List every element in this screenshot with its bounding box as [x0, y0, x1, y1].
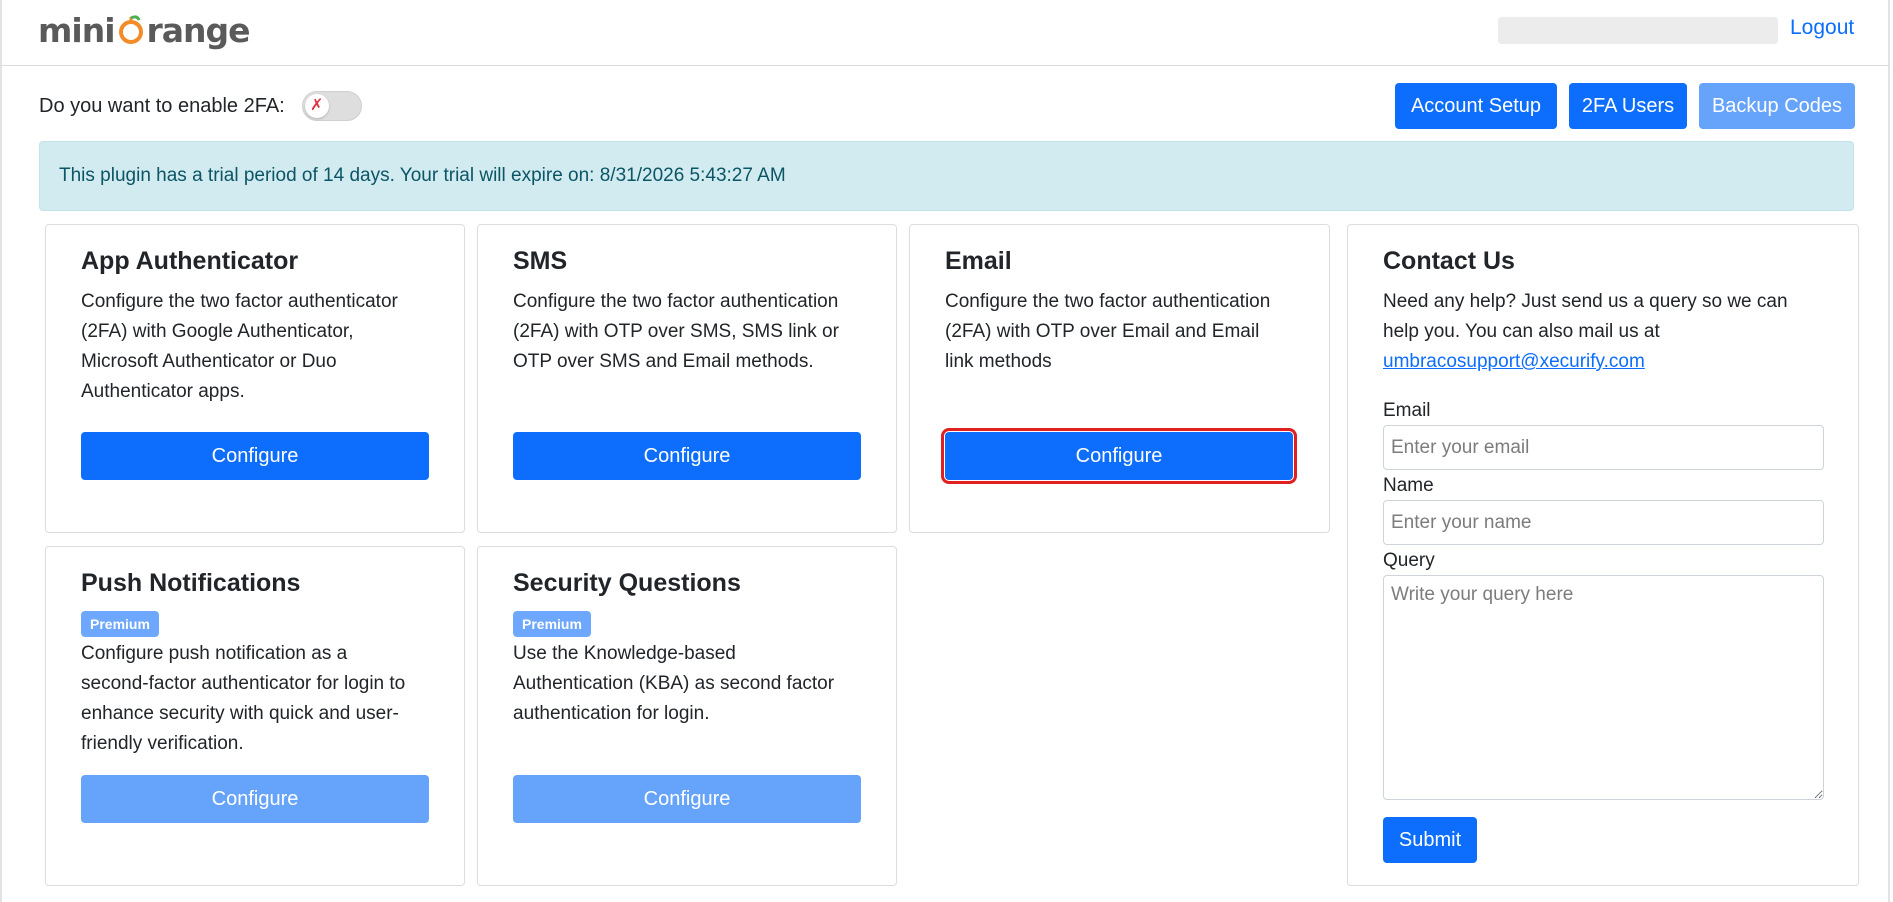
submit-button[interactable]: Submit	[1383, 817, 1477, 863]
card-description: Configure the two factor authentication …	[513, 291, 839, 372]
configure-sms-button[interactable]: Configure	[513, 432, 861, 480]
card-description: Configure the two factor authentication …	[945, 291, 1271, 372]
contact-title: Contact Us	[1383, 247, 1515, 275]
query-label: Query	[1383, 550, 1435, 571]
contact-intro-text: Need any help? Just send us a query so w…	[1383, 291, 1788, 342]
enable-2fa-toggle[interactable]: ✗	[301, 91, 362, 121]
premium-badge: Premium	[513, 611, 591, 637]
account-setup-button[interactable]: Account Setup	[1395, 83, 1557, 129]
trial-alert-text: This plugin has a trial period of 14 day…	[59, 165, 786, 186]
card-description: Configure the two factor authenticator (…	[81, 291, 398, 402]
card-title: App Authenticator	[81, 247, 299, 275]
support-email-link[interactable]: umbracosupport@xecurify.com	[1383, 351, 1645, 372]
premium-badge: Premium	[81, 611, 159, 637]
backup-codes-button[interactable]: Backup Codes	[1699, 83, 1855, 129]
logo-text-left: mini	[38, 10, 116, 50]
x-mark-icon: ✗	[304, 94, 329, 118]
card-title: Email	[945, 247, 1012, 275]
contact-intro: Need any help? Just send us a query so w…	[1383, 287, 1828, 377]
enable-2fa-row: Do you want to enable 2FA: ✗	[39, 91, 362, 121]
query-textarea[interactable]	[1383, 575, 1824, 800]
configure-email-button[interactable]: Configure	[941, 428, 1297, 484]
card-title: SMS	[513, 247, 568, 275]
configure-security-questions-button[interactable]: Configure	[513, 775, 861, 823]
push-notifications-card: Push Notifications Premium Configure pus…	[45, 546, 465, 886]
email-label: Email	[1383, 400, 1431, 421]
card-title: Push Notifications	[81, 569, 301, 597]
name-field[interactable]	[1383, 500, 1824, 545]
2fa-users-button[interactable]: 2FA Users	[1569, 83, 1687, 129]
configure-app-authenticator-button[interactable]: Configure	[81, 432, 429, 480]
trial-alert: This plugin has a trial period of 14 day…	[39, 141, 1854, 211]
email-card: Email Configure the two factor authentic…	[909, 224, 1330, 533]
miniorange-logo: mini range	[38, 8, 251, 52]
email-field[interactable]	[1383, 425, 1824, 470]
logout-link[interactable]: Logout	[1790, 16, 1854, 40]
top-bar: mini range Logout	[0, 0, 1890, 66]
app-authenticator-card: App Authenticator Configure the two fact…	[45, 224, 465, 533]
card-description: Use the Knowledge-based Authentication (…	[513, 643, 835, 724]
contact-us-card: Contact Us Need any help? Just send us a…	[1347, 224, 1859, 886]
sms-card: SMS Configure the two factor authenticat…	[477, 224, 897, 533]
enable-2fa-label: Do you want to enable 2FA:	[39, 94, 285, 117]
name-label: Name	[1383, 475, 1434, 496]
configure-push-notifications-button[interactable]: Configure	[81, 775, 429, 823]
logo-o-icon	[116, 15, 146, 45]
card-title: Security Questions	[513, 569, 741, 597]
logo-text-right: range	[146, 10, 251, 50]
security-questions-card: Security Questions Premium Use the Knowl…	[477, 546, 897, 886]
user-info-box	[1498, 17, 1778, 44]
card-description: Configure push notification as a second-…	[81, 643, 406, 754]
